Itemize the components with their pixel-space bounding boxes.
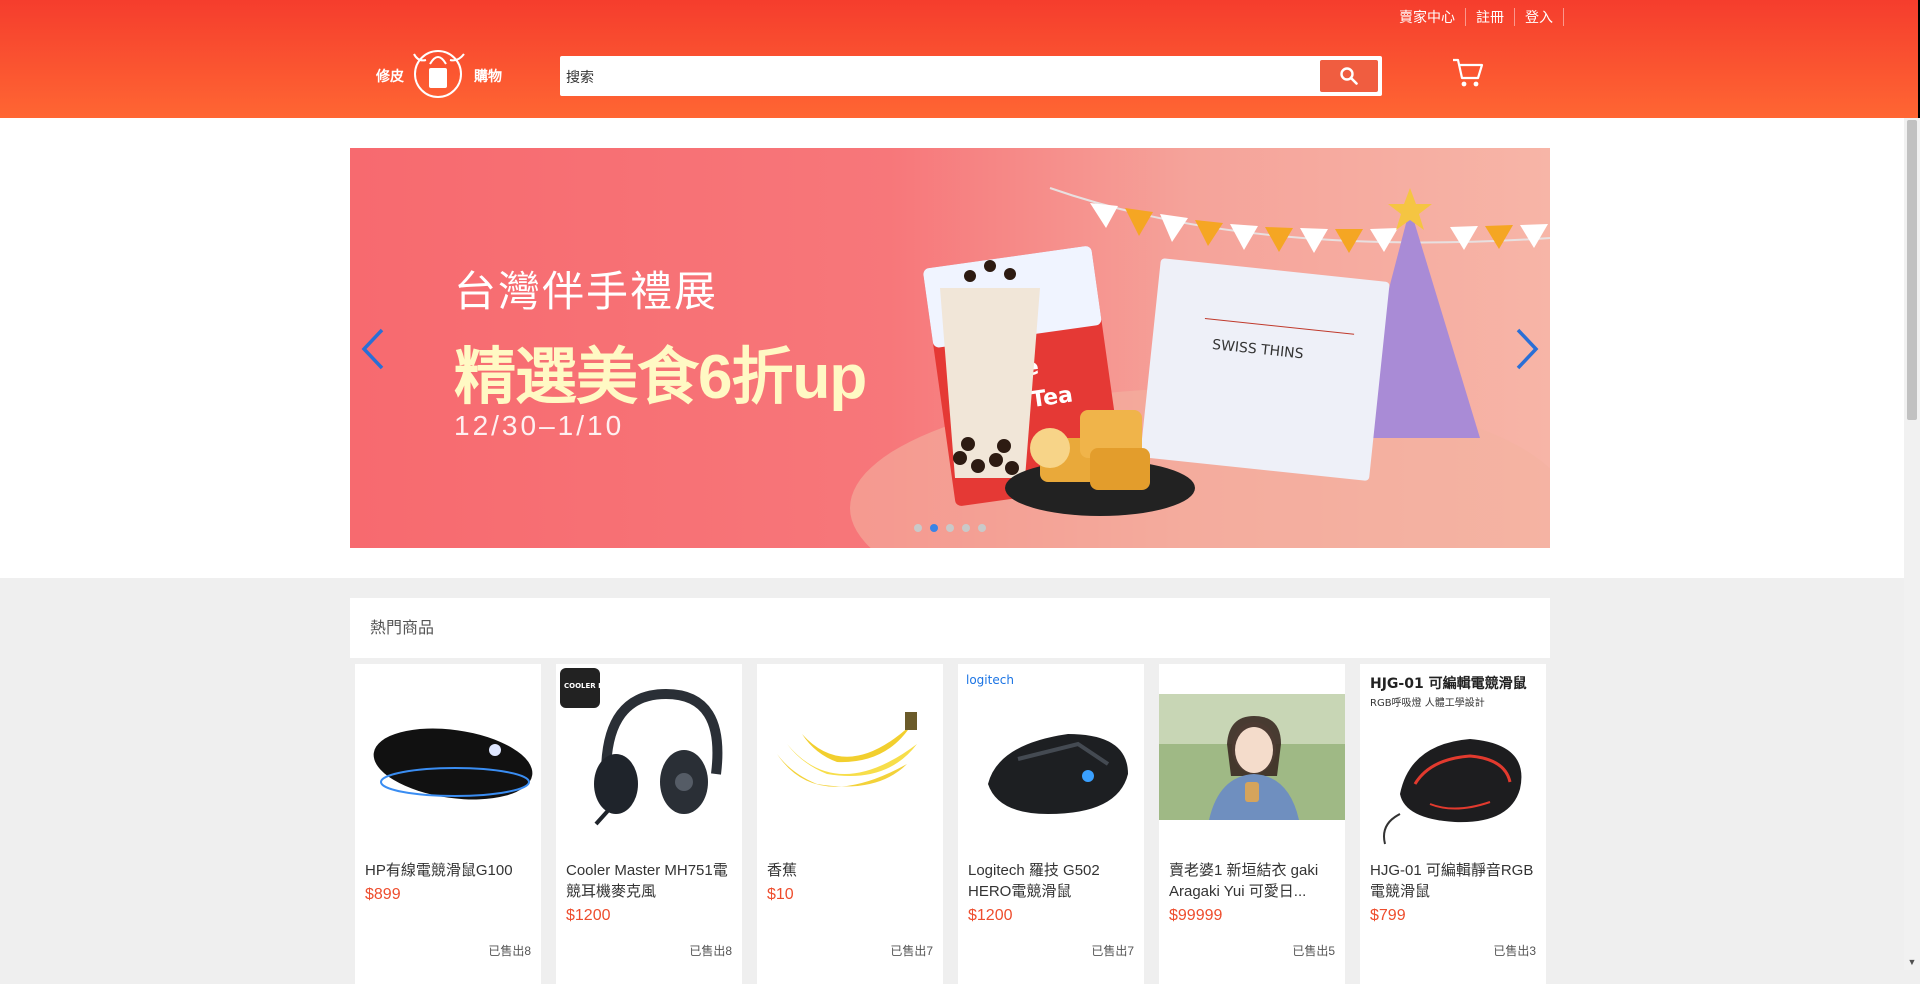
carousel-dot[interactable] — [930, 524, 938, 532]
carousel-dot[interactable] — [978, 524, 986, 532]
product-image — [1159, 664, 1345, 850]
login-link[interactable]: 登入 — [1515, 8, 1564, 26]
logo-text-left: 修皮 — [376, 68, 404, 84]
logo[interactable]: 修皮 購物 — [372, 46, 508, 102]
hot-products-title: 熱門商品 — [350, 598, 1550, 658]
banner-section: Bubble Milk Tea SWISS THINS 台灣伴 — [0, 118, 1904, 578]
product-card[interactable]: 賣老婆1 新垣結衣 gaki Aragaki Yui 可愛日... $99999… — [1159, 664, 1345, 984]
svg-text:logitech: logitech — [966, 673, 1014, 687]
banana-image — [757, 694, 943, 820]
product-name: Cooler Master MH751電競耳機麥克風 — [566, 862, 728, 900]
scrollbar-thumb[interactable] — [1907, 120, 1917, 420]
chevron-left-icon — [361, 328, 384, 370]
product-name: Logitech 羅技 G502 HERO電競滑鼠 — [968, 862, 1100, 900]
product-image: logitech — [958, 664, 1144, 850]
banner-dates: 12/30–1/10 — [454, 410, 625, 441]
banner-headline: 精選美食6折up — [454, 343, 867, 412]
chevron-right-icon — [1516, 328, 1539, 370]
carousel-dots — [914, 524, 986, 532]
shopping-bag-logo-icon — [413, 50, 465, 98]
banner-prev-button[interactable] — [356, 324, 390, 374]
product-price: $1200 — [566, 907, 611, 924]
product-sold: 已售出7 — [1091, 944, 1134, 958]
product-price: $99999 — [1169, 907, 1223, 924]
product-sold: 已售出8 — [488, 944, 531, 958]
svg-text:HJG-01 可編輯電競滑鼠: HJG-01 可編輯電競滑鼠 — [1370, 675, 1527, 692]
product-price: $799 — [1370, 907, 1406, 924]
seller-center-link[interactable]: 賣家中心 — [1389, 8, 1466, 26]
portrait-photo-image — [1159, 694, 1345, 820]
product-price: $899 — [365, 886, 401, 903]
product-image: COOLER MASTER — [556, 664, 742, 850]
product-grid: HP有線電競滑鼠G100 $899 已售出8 COOLER MASTER Coo… — [355, 664, 1546, 984]
search-button[interactable] — [1320, 60, 1378, 92]
product-card[interactable]: COOLER MASTER Cooler Master MH751電競耳機麥克風… — [556, 664, 742, 984]
product-card[interactable]: HJG-01 可編輯電競滑鼠 RGB呼吸燈 人體工學設計 HJG-01 可編輯靜… — [1360, 664, 1546, 984]
product-sold: 已售出7 — [890, 944, 933, 958]
carousel-dot[interactable] — [946, 524, 954, 532]
search-bar — [560, 56, 1382, 96]
product-card[interactable]: HP有線電競滑鼠G100 $899 已售出8 — [355, 664, 541, 984]
product-price: $10 — [767, 886, 794, 903]
cart-icon — [1453, 58, 1484, 87]
cart-button[interactable] — [1452, 58, 1484, 93]
carousel-dot[interactable] — [914, 524, 922, 532]
product-image — [355, 664, 541, 850]
product-sold: 已售出3 — [1493, 944, 1536, 958]
svg-text:RGB呼吸燈 人體工學設計: RGB呼吸燈 人體工學設計 — [1370, 696, 1485, 709]
banner-heading: 台灣伴手禮展 — [454, 268, 719, 315]
product-price: $1200 — [968, 907, 1013, 924]
product-card[interactable]: 香蕉 $10 已售出7 — [757, 664, 943, 984]
product-card[interactable]: logitech Logitech 羅技 G502 HERO電競滑鼠 $1200… — [958, 664, 1144, 984]
svg-text:COOLER MASTER: COOLER MASTER — [564, 682, 631, 690]
rgb-mouse-image: HJG-01 可編輯電競滑鼠 RGB呼吸燈 人體工學設計 — [1370, 675, 1527, 845]
product-name: 香蕉 — [767, 862, 798, 879]
mouse-image — [373, 728, 533, 800]
scroll-down-arrow-icon[interactable]: ▼ — [1904, 954, 1920, 970]
product-image: HJG-01 可編輯電競滑鼠 RGB呼吸燈 人體工學設計 — [1360, 664, 1546, 850]
logo-text-right: 購物 — [474, 68, 502, 84]
promo-banner[interactable]: Bubble Milk Tea SWISS THINS 台灣伴 — [350, 148, 1550, 548]
page-scrollbar[interactable]: ▼ — [1904, 118, 1920, 970]
top-links: 賣家中心 註冊 登入 — [1389, 8, 1564, 26]
product-sold: 已售出5 — [1292, 944, 1335, 958]
product-name: 賣老婆1 新垣結衣 gaki Aragaki Yui 可愛日... — [1169, 862, 1319, 900]
header: 賣家中心 註冊 登入 修皮 購物 — [0, 0, 1918, 118]
register-link[interactable]: 註冊 — [1466, 8, 1515, 26]
carousel-dot[interactable] — [962, 524, 970, 532]
product-name: HJG-01 可編輯靜音RGB電競滑鼠 — [1370, 862, 1534, 900]
product-image — [757, 664, 943, 850]
product-name: HP有線電競滑鼠G100 — [365, 862, 513, 879]
banner-next-button[interactable] — [1510, 324, 1544, 374]
headphones-image: COOLER MASTER — [560, 668, 723, 826]
gaming-mouse-image: logitech — [966, 673, 1128, 814]
search-icon — [1340, 67, 1358, 85]
product-sold: 已售出8 — [689, 944, 732, 958]
search-input[interactable] — [564, 60, 1268, 94]
